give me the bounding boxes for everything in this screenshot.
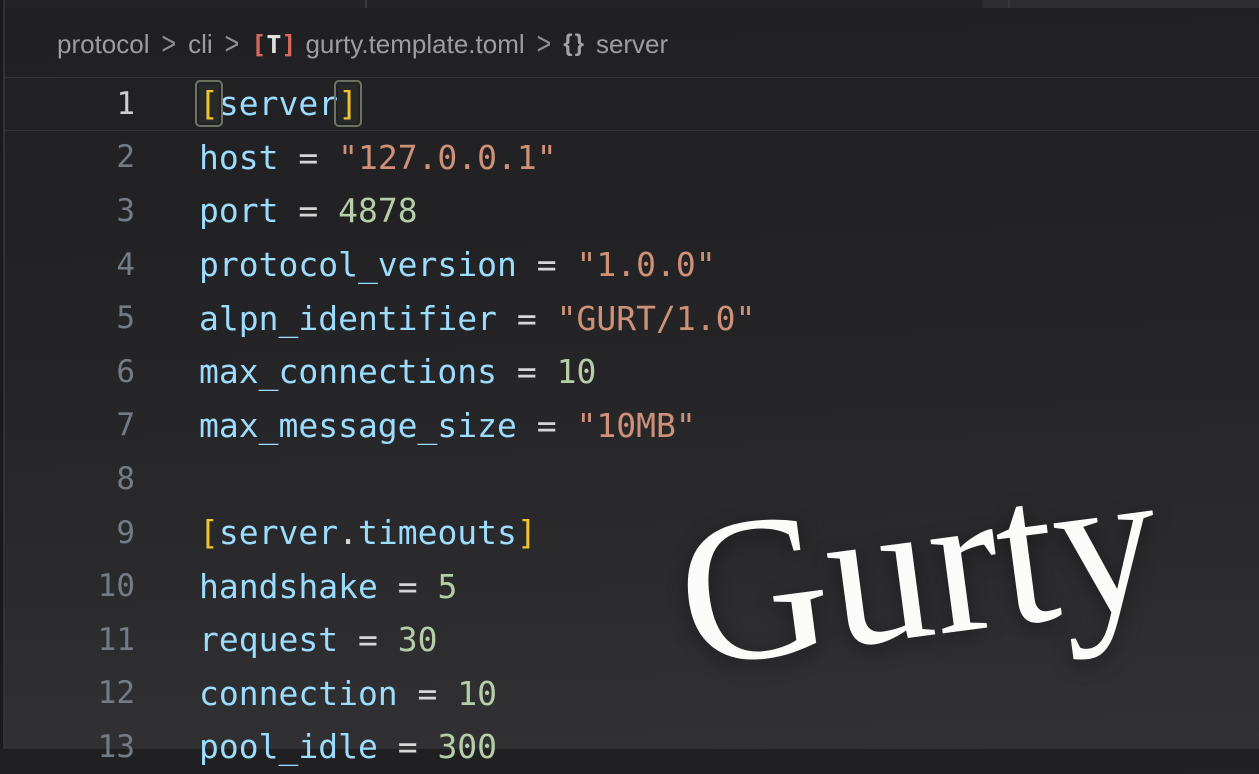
code-line[interactable]: 5 alpn_identifier = "GURT/1.0" [0, 291, 1259, 345]
sidebar-border [3, 0, 5, 749]
code-line[interactable]: 4 protocol_version = "1.0.0" [0, 238, 1259, 292]
code-token: max_message_size [199, 406, 537, 445]
code-line-content[interactable]: protocol_version = "1.0.0" [199, 245, 716, 284]
tab-divider [365, 0, 367, 8]
code-token: 30 [398, 620, 438, 659]
code-token: 5 [437, 567, 457, 606]
code-token: port [199, 191, 298, 230]
code-token: pool_idle [199, 727, 398, 766]
code-line-content[interactable]: port = 4878 [199, 191, 418, 230]
line-number[interactable]: 1 [0, 86, 135, 122]
code-token: timeouts [358, 513, 517, 552]
code-line-content[interactable]: [server.timeouts] [199, 513, 537, 552]
code-token: protocol_version [199, 245, 537, 284]
code-token: "1.0.0" [577, 245, 716, 284]
line-number[interactable]: 5 [0, 300, 135, 336]
code-token: 4878 [338, 191, 417, 230]
code-line[interactable]: 8 [0, 452, 1259, 506]
code-line-content[interactable]: host = "127.0.0.1" [199, 138, 557, 177]
line-number[interactable]: 6 [0, 354, 135, 390]
code-token: = [537, 406, 577, 445]
code-line[interactable]: 6 max_connections = 10 [0, 345, 1259, 399]
line-number[interactable]: 9 [0, 515, 135, 551]
line-number[interactable]: 13 [0, 729, 135, 765]
code-token: ] [517, 513, 537, 552]
breadcrumb-item-protocol[interactable]: protocol [57, 29, 150, 60]
code-line-content[interactable]: request = 30 [199, 620, 437, 659]
chevron-right-icon: > [537, 26, 552, 62]
code-token: [ [199, 513, 219, 552]
chevron-right-icon: > [225, 26, 240, 62]
line-number[interactable]: 12 [0, 675, 135, 711]
code-token: "10MB" [577, 406, 696, 445]
code-token: host [199, 138, 298, 177]
code-token: alpn_identifier [199, 299, 517, 338]
code-token: = [517, 299, 557, 338]
code-token: = [418, 674, 458, 713]
code-line-content[interactable]: pool_idle = 300 [199, 727, 497, 766]
code-line-content[interactable]: max_message_size = "10MB" [199, 406, 696, 445]
line-number[interactable]: 10 [0, 568, 135, 604]
line-number[interactable]: 11 [0, 622, 135, 658]
code-token: server [219, 513, 338, 552]
code-line[interactable]: 3 port = 4878 [0, 184, 1259, 238]
line-number[interactable]: 2 [0, 139, 135, 175]
breadcrumb: protocol > cli > [T] gurty.template.toml > {} se… [55, 26, 670, 62]
line-number[interactable]: 4 [0, 247, 135, 283]
code-token: = [537, 245, 577, 284]
code-token: = [298, 138, 338, 177]
breadcrumb-item-gurty-template-toml[interactable]: gurty.template.toml [305, 29, 524, 60]
code-line-content[interactable]: max_connections = 10 [199, 352, 596, 391]
code-line[interactable]: 12 connection = 10 [0, 667, 1259, 721]
code-line-content[interactable]: connection = 10 [199, 674, 497, 713]
code-token: = [517, 352, 557, 391]
code-token: 300 [437, 727, 497, 766]
braces-symbol-icon: {} [563, 30, 586, 58]
breadcrumb-item-cli[interactable]: cli [188, 29, 213, 60]
code-line[interactable]: 7 max_message_size = "10MB" [0, 399, 1259, 453]
code-line[interactable]: 9 [server.timeouts] [0, 506, 1259, 560]
code-line-content[interactable]: [server] [199, 84, 358, 123]
code-line[interactable]: 13 pool_idle = 300 [0, 720, 1259, 774]
code-token: handshake [199, 567, 398, 606]
code-token: "127.0.0.1" [338, 138, 557, 177]
code-token: . [338, 513, 358, 552]
code-line[interactable]: 11 request = 30 [0, 613, 1259, 667]
code-token: = [398, 567, 438, 606]
line-number[interactable]: 7 [0, 407, 135, 443]
code-token: [ [199, 84, 219, 123]
tab-divider [1008, 0, 1010, 8]
code-editor[interactable]: 1[server]2host = "127.0.0.1"3port = 4878… [0, 77, 1259, 774]
chevron-right-icon: > [162, 26, 177, 62]
code-line[interactable]: 10 handshake = 5 [0, 559, 1259, 613]
code-token: ] [338, 84, 358, 123]
code-token: = [298, 191, 338, 230]
code-token: 10 [457, 674, 497, 713]
code-line-content[interactable]: handshake = 5 [199, 567, 457, 606]
code-token: = [358, 620, 398, 659]
line-number[interactable]: 8 [0, 461, 135, 497]
code-token: = [398, 727, 438, 766]
code-token: server [219, 84, 338, 123]
code-line[interactable]: 1 [server] [0, 77, 1259, 131]
code-token: 10 [557, 352, 597, 391]
toml-file-icon: [T] [251, 30, 295, 59]
code-line[interactable]: 2 host = "127.0.0.1" [0, 131, 1259, 185]
breadcrumb-item-server[interactable]: server [596, 29, 668, 60]
line-number[interactable]: 3 [0, 193, 135, 229]
code-line-content[interactable]: alpn_identifier = "GURT/1.0" [199, 299, 755, 338]
code-token: "GURT/1.0" [557, 299, 756, 338]
code-token: request [199, 620, 358, 659]
code-token: max_connections [199, 352, 517, 391]
code-token: connection [199, 674, 418, 713]
tab-bar-empty-area [982, 0, 1259, 8]
tab-bar-strip [0, 0, 1259, 8]
